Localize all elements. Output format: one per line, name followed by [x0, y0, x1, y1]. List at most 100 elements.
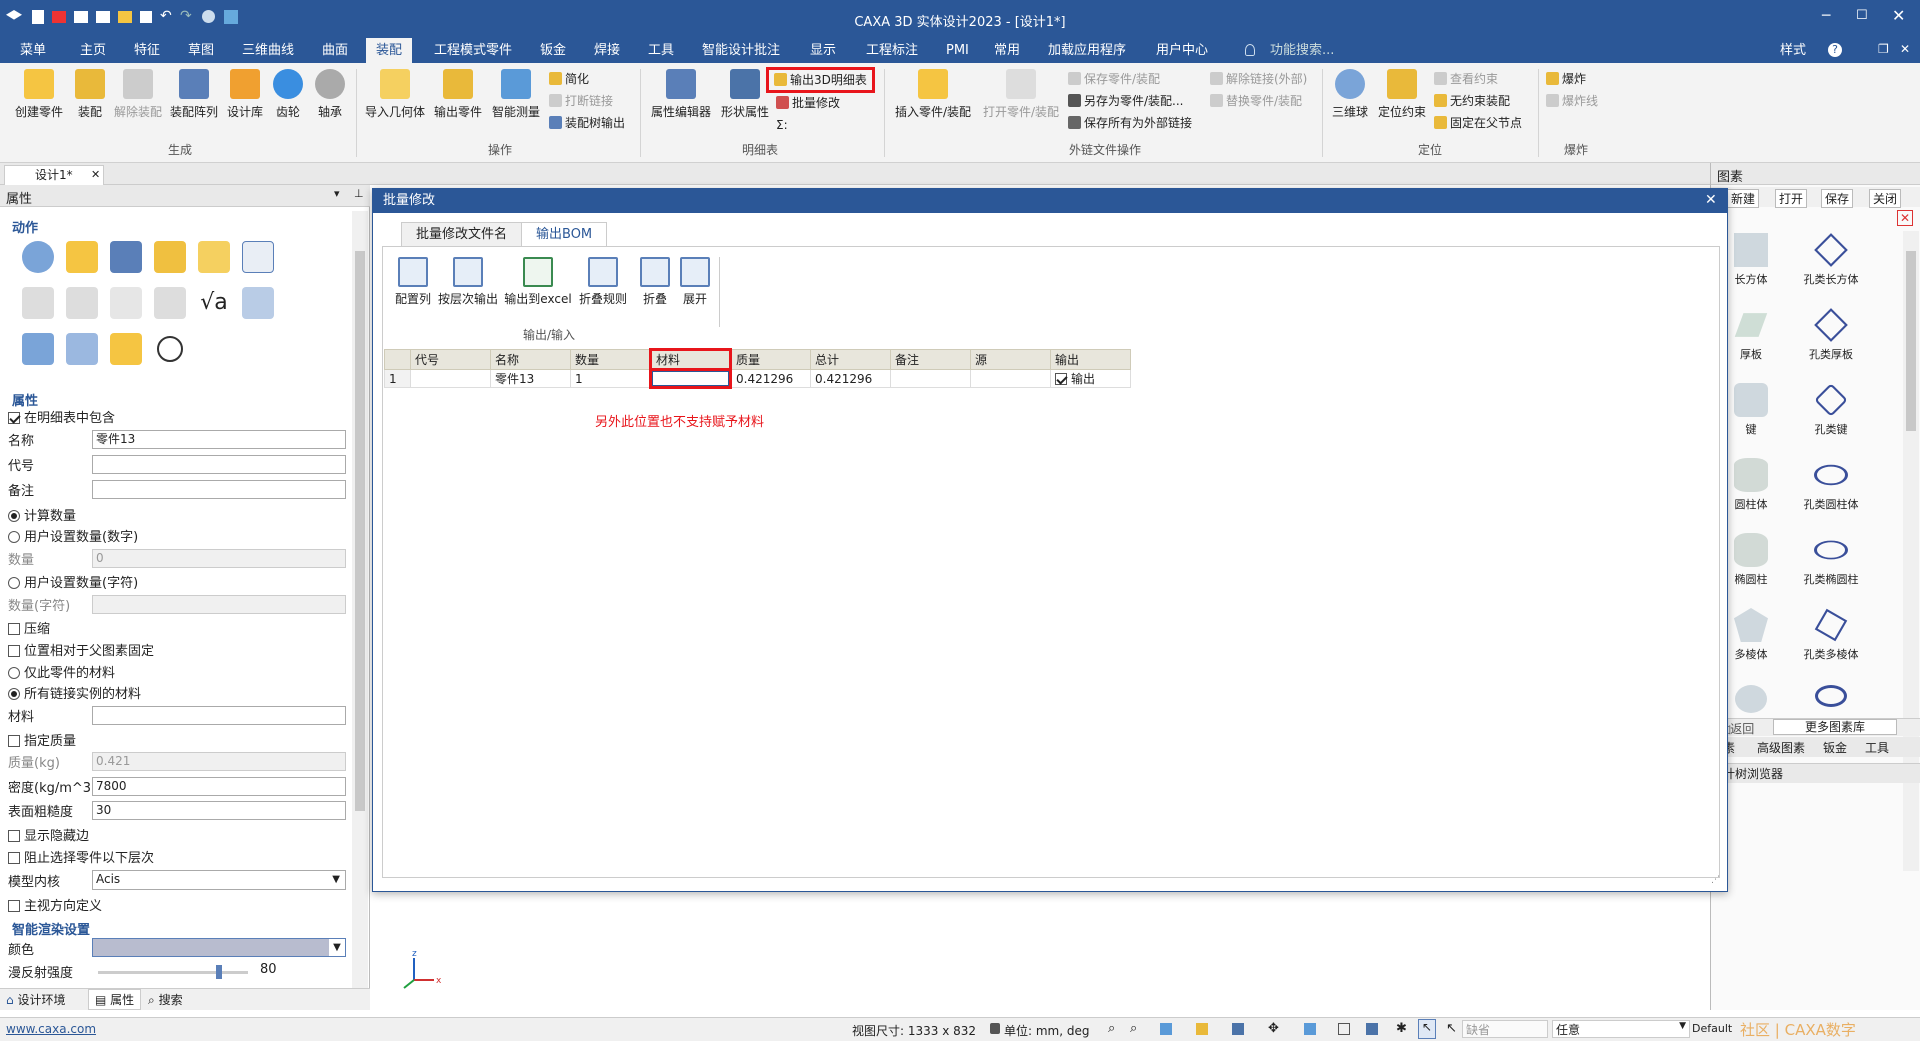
style-menu[interactable]: 样式 — [1770, 38, 1816, 63]
open-part-button[interactable]: 打开零件/装配 — [978, 69, 1064, 120]
menu-item-2[interactable]: 特征 — [124, 38, 170, 63]
action-search-icon[interactable] — [157, 336, 183, 362]
break-link-button[interactable]: 打断链接 — [549, 91, 613, 111]
save-button[interactable]: 保存 — [1821, 189, 1854, 208]
elem-hole-plate[interactable]: 孔类厚板 — [1791, 308, 1871, 362]
minimize-button[interactable]: ─ — [1822, 8, 1830, 24]
table-row[interactable]: 1 零件13 1 0.421296 0.421296 输出 — [384, 369, 1131, 389]
cell-mass[interactable]: 0.421296 — [730, 369, 811, 388]
panel-menu-icon[interactable]: ▾ — [334, 187, 340, 200]
section-action[interactable]: 动作 — [12, 217, 38, 236]
action-link-1-icon[interactable] — [22, 333, 54, 365]
assembly-array-button[interactable]: 装配阵列 — [166, 69, 222, 120]
header-material[interactable]: 材料 — [649, 348, 732, 371]
more-library-button[interactable]: 更多图素库 — [1773, 719, 1897, 735]
diffuse-slider[interactable] — [98, 965, 248, 979]
menu-item-9[interactable]: 焊接 — [584, 38, 630, 63]
batch-modify-button[interactable]: 批量修改 — [776, 93, 840, 113]
smart-measure-button[interactable]: 智能测量 — [488, 69, 544, 120]
menu-item-17[interactable]: 用户中心 — [1146, 38, 1218, 63]
cell-source[interactable] — [970, 369, 1051, 388]
block-select-checkbox[interactable]: 阻止选择零件以下层次 — [8, 847, 154, 866]
menu-item-13[interactable]: 工程标注 — [856, 38, 928, 63]
view-constraint-button[interactable]: 查看约束 — [1434, 69, 1498, 89]
elem-hole-cuboid[interactable]: 孔类长方体 — [1791, 233, 1871, 287]
assembly-tree-output-button[interactable]: 装配树输出 — [549, 113, 625, 133]
kernel-select[interactable]: Acis ▼ — [92, 870, 346, 890]
material-field[interactable] — [92, 706, 346, 725]
density-field[interactable]: 7800 — [92, 777, 346, 796]
all-material-radio[interactable]: 所有链接实例的材料 — [8, 683, 141, 702]
menu-item-0[interactable]: 菜单 — [10, 38, 56, 63]
cell-name[interactable]: 零件13 — [490, 369, 571, 388]
user-qty-char-radio[interactable]: 用户设置数量(字符) — [8, 572, 138, 591]
default-select[interactable]: 缺省 — [1462, 1020, 1548, 1038]
fold-button[interactable]: 折叠 — [635, 257, 675, 307]
zoom-icon[interactable]: ⌕ — [1108, 1021, 1115, 1036]
cell-note[interactable] — [890, 369, 971, 388]
tab-advanced[interactable]: 高级图素 — [1757, 739, 1805, 756]
menu-item-16[interactable]: 加载应用程序 — [1038, 38, 1136, 63]
cell-output[interactable]: 输出 — [1050, 369, 1131, 388]
expand-button[interactable]: 展开 — [675, 257, 715, 307]
elem-hole-ellipse-cylinder[interactable]: 孔类椭圆柱 — [1791, 533, 1871, 587]
help-icon[interactable]: ? — [1828, 43, 1842, 57]
header-source[interactable]: 源 — [970, 349, 1051, 370]
unlink-external-button[interactable]: 解除链接(外部) — [1210, 69, 1307, 89]
triball-button[interactable]: 三维球 — [1328, 69, 1372, 120]
dialog-close-button[interactable]: ✕ — [1705, 192, 1717, 208]
header-total[interactable]: 总计 — [810, 349, 891, 370]
export-3d-bom-button[interactable]: 输出3D明细表 — [766, 67, 875, 93]
view-face-icon[interactable] — [1304, 1023, 1316, 1035]
tab-property[interactable]: ▤ 属性 — [88, 989, 142, 1010]
only-material-radio[interactable]: 仅此零件的材料 — [8, 662, 115, 681]
scroll-thumb[interactable] — [1906, 251, 1916, 431]
elem-hole-cylinder[interactable]: 孔类圆柱体 — [1791, 458, 1871, 512]
filter-select[interactable]: 任意 ▼ — [1552, 1020, 1690, 1038]
render-2-icon[interactable] — [1366, 1023, 1378, 1035]
menu-item-14[interactable]: PMI — [936, 38, 979, 63]
pos-fixed-checkbox[interactable]: 位置相对于父图素固定 — [8, 640, 154, 659]
output-checkbox[interactable] — [1055, 373, 1067, 385]
calc-qty-radio[interactable]: 计算数量 — [8, 505, 76, 524]
menu-item-5[interactable]: 曲面 — [312, 38, 358, 63]
menu-item-7[interactable]: 工程模式零件 — [424, 38, 522, 63]
section-render[interactable]: 智能渲染设置 — [12, 919, 90, 938]
include-bom-checkbox[interactable]: 在明细表中包含 — [8, 407, 115, 426]
export-part-button[interactable]: 输出零件 — [430, 69, 486, 120]
menu-item-3[interactable]: 草图 — [178, 38, 224, 63]
name-field[interactable]: 零件13 — [92, 430, 346, 449]
pointer-icon[interactable]: ↖ — [1418, 1019, 1436, 1039]
close-panel-button[interactable]: 关闭 — [1869, 189, 1902, 208]
tab-batch-rename[interactable]: 批量修改文件名 — [401, 222, 523, 246]
action-sqrt-icon[interactable]: √a — [198, 287, 230, 319]
explode-line-button[interactable]: 爆炸线 — [1546, 91, 1598, 111]
tab-design-env[interactable]: ⌂ 设计环境 — [6, 991, 65, 1008]
menu-item-15[interactable]: 常用 — [984, 38, 1030, 63]
action-frame-icon[interactable] — [110, 241, 142, 273]
view-iso-icon[interactable] — [1196, 1023, 1208, 1035]
style-select[interactable]: Default — [1692, 1022, 1732, 1035]
config-column-button[interactable]: 配置列 — [391, 257, 435, 307]
restore-window-icon[interactable]: ❐ — [1878, 42, 1889, 56]
pin-icon[interactable]: ⊥ — [354, 187, 364, 200]
website-link[interactable]: www.caxa.com — [6, 1022, 96, 1036]
tab-search[interactable]: ⌕ 搜索 — [148, 991, 183, 1008]
resize-grip-icon[interactable]: ⋰ — [1711, 875, 1720, 885]
close-tab-icon[interactable]: ✕ — [91, 166, 100, 184]
save-as-part-button[interactable]: 另存为零件/装配... — [1068, 91, 1184, 111]
code-field[interactable] — [92, 455, 346, 474]
replace-part-button[interactable]: 替换零件/装配 — [1210, 91, 1302, 111]
explode-button[interactable]: 爆炸 — [1546, 69, 1586, 89]
mass-field[interactable]: 0.421 — [92, 752, 346, 771]
user-qty-num-radio[interactable]: 用户设置数量(数字) — [8, 526, 138, 545]
action-block-icon[interactable] — [66, 241, 98, 273]
header-code[interactable]: 代号 — [410, 349, 491, 370]
elem-hole-key[interactable]: 孔类键 — [1791, 383, 1871, 437]
maximize-button[interactable]: ☐ — [1856, 8, 1868, 23]
action-edit-icon[interactable] — [242, 241, 274, 273]
red-close-icon[interactable]: ✕ — [1897, 210, 1913, 226]
view-cube-icon[interactable] — [1160, 1023, 1172, 1035]
tab-output-bom[interactable]: 输出BOM — [521, 222, 608, 246]
new-button[interactable]: 新建 — [1727, 189, 1760, 208]
